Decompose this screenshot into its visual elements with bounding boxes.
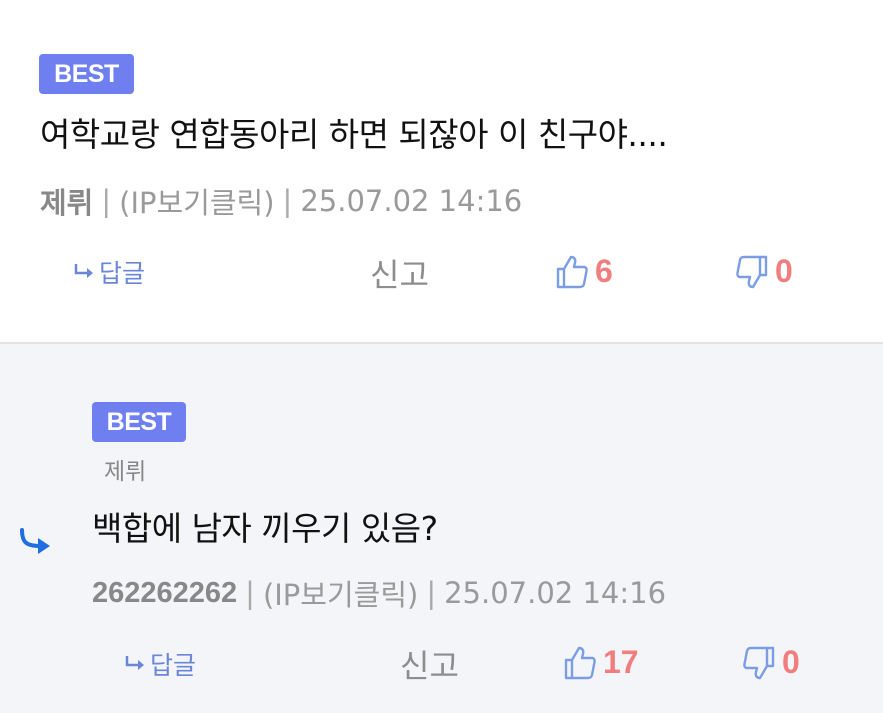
like-button[interactable]: 6 <box>555 253 613 290</box>
meta-separator: | <box>426 576 437 610</box>
comment-text: 여학교랑 연합동아리 하면 되잖아 이 친구야.... <box>40 115 668 154</box>
best-badge: BEST <box>92 402 186 442</box>
thumbs-down-icon <box>736 255 768 288</box>
like-count: 17 <box>603 644 639 680</box>
reply-arrow-icon <box>125 656 144 670</box>
dislike-button[interactable]: 0 <box>735 253 793 290</box>
dislike-button[interactable]: 0 <box>742 644 800 681</box>
meta-separator: | <box>282 184 293 218</box>
comment-meta: 제뤼 | (IP보기클릭) | 25.07.02 14:16 <box>40 180 522 222</box>
comment-author[interactable]: 262262262 <box>92 577 237 610</box>
report-button[interactable]: 신고 <box>400 641 459 687</box>
dislike-count: 0 <box>775 253 793 289</box>
meta-separator: | <box>245 576 255 610</box>
ip-view-link[interactable]: (IP보기클릭) <box>263 572 418 614</box>
thumbs-up-icon <box>564 646 596 679</box>
comment-timestamp: 25.07.02 14:16 <box>444 576 667 610</box>
comment-best-1: BEST 여학교랑 연합동아리 하면 되잖아 이 친구야.... 제뤼 | (I… <box>0 0 883 344</box>
comment-timestamp: 25.07.02 14:16 <box>300 184 523 218</box>
comment-best-reply: BEST 제뤼 백합에 남자 끼우기 있음? 262262262 | (IP보기… <box>0 344 883 713</box>
reply-to-author: 제뤼 <box>104 459 147 485</box>
thumbs-down-icon <box>743 646 775 679</box>
comment-author[interactable]: 제뤼 <box>40 180 93 222</box>
best-badge: BEST <box>39 54 134 94</box>
meta-separator: | <box>101 184 112 218</box>
dislike-count: 0 <box>782 644 800 680</box>
like-button[interactable]: 17 <box>563 644 639 681</box>
reply-arrow-icon <box>74 264 93 278</box>
report-button[interactable]: 신고 <box>370 250 429 296</box>
like-count: 6 <box>595 253 613 289</box>
reply-label: 답글 <box>99 259 146 288</box>
thread-reply-arrow-icon <box>20 528 50 554</box>
reply-button[interactable]: 답글 <box>124 646 196 682</box>
comment-text: 백합에 남자 끼우기 있음? <box>92 509 438 548</box>
comment-meta: 262262262 | (IP보기클릭) | 25.07.02 14:16 <box>92 572 666 614</box>
reply-button[interactable]: 답글 <box>73 254 145 290</box>
reply-label: 답글 <box>150 651 197 680</box>
thumbs-up-icon <box>556 255 588 288</box>
ip-view-link[interactable]: (IP보기클릭) <box>119 180 274 222</box>
